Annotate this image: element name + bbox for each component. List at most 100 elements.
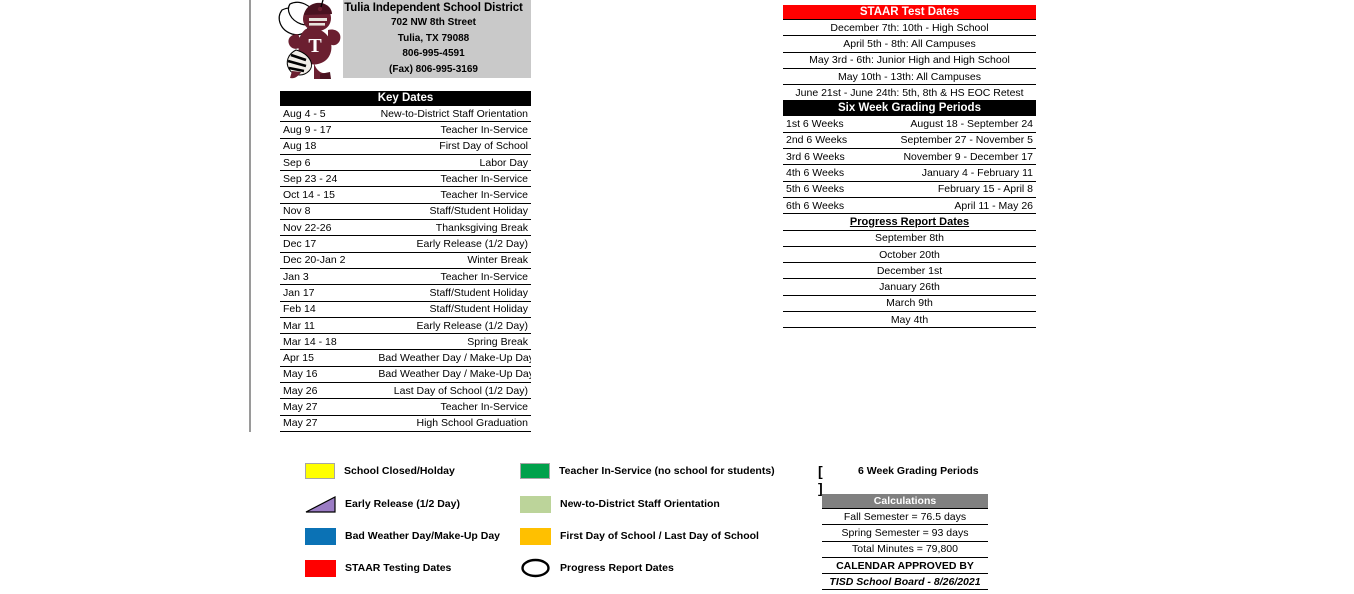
key-date-event: New-to-District Staff Orientation bbox=[375, 105, 531, 123]
key-date-date: May 27 bbox=[280, 415, 376, 432]
table-row: 1st 6 Weeks August 18 - September 24 bbox=[783, 115, 1036, 133]
calculations-table: Calculations Fall Semester = 76.5 days S… bbox=[822, 494, 988, 591]
lightgreen-square-icon bbox=[520, 495, 551, 513]
legend-item-bad-weather: Bad Weather Day/Make-Up Day bbox=[305, 526, 500, 546]
blue-square-icon bbox=[305, 527, 336, 545]
table-row: CALENDAR APPROVED BY bbox=[822, 557, 988, 575]
legend-label: STAAR Testing Dates bbox=[345, 562, 452, 574]
six-weeks-range: September 27 - November 5 bbox=[858, 132, 1036, 150]
calendar-approved-label: CALENDAR APPROVED BY bbox=[822, 557, 988, 575]
masthead: T Tulia Independent School District 702 … bbox=[276, 0, 531, 79]
district-info: Tulia Independent School District 702 NW… bbox=[336, 1, 531, 77]
district-phone: 806-995-4591 bbox=[402, 48, 465, 59]
table-row: Dec 17 Early Release (1/2 Day) bbox=[280, 235, 531, 253]
key-date-event: Bad Weather Day / Make-Up Day bbox=[375, 349, 531, 367]
legend-item-early-release: Early Release (1/2 Day) bbox=[305, 494, 460, 514]
six-weeks-period: 6th 6 Weeks bbox=[783, 197, 859, 215]
table-row: May 3rd - 6th: Junior High and High Scho… bbox=[783, 52, 1036, 69]
table-row: Dec 20-Jan 2 Winter Break bbox=[280, 252, 531, 269]
table-row: April 5th - 8th: All Campuses bbox=[783, 35, 1036, 53]
table-row: 4th 6 Weeks January 4 - February 11 bbox=[783, 164, 1036, 182]
legend-item-progress-reports: Progress Report Dates bbox=[520, 558, 674, 578]
staar-date: June 21st - June 24th: 5th, 8th & HS EOC… bbox=[783, 84, 1036, 102]
table-row: 6th 6 Weeks April 11 - May 26 bbox=[783, 197, 1036, 215]
key-date-date: Apr 15 bbox=[280, 349, 376, 367]
district-city-state-zip: Tulia, TX 79088 bbox=[397, 32, 470, 44]
key-date-event: Thanksgiving Break bbox=[375, 219, 531, 237]
key-dates-header-row: Key Dates bbox=[280, 91, 531, 106]
table-row: May 27 Teacher In-Service bbox=[280, 398, 531, 416]
key-date-event: Teacher In-Service bbox=[375, 268, 531, 286]
key-date-date: Nov 22-26 bbox=[280, 219, 376, 237]
staar-date: May 3rd - 6th: Junior High and High Scho… bbox=[783, 52, 1036, 69]
table-row: Nov 8 Staff/Student Holiday bbox=[280, 203, 531, 221]
table-row: Aug 9 - 17 Teacher In-Service bbox=[280, 121, 531, 139]
calculation-row: Fall Semester = 76.5 days bbox=[822, 508, 988, 526]
staar-title: STAAR Test Dates bbox=[783, 5, 1036, 20]
table-row: Oct 14 - 15 Teacher In-Service bbox=[280, 186, 531, 204]
legend-item-staar-testing: STAAR Testing Dates bbox=[305, 558, 451, 578]
key-date-date: Jan 17 bbox=[280, 284, 376, 302]
district-fax: (Fax) 806-995-3169 bbox=[389, 63, 478, 75]
key-date-event: Staff/Student Holiday bbox=[375, 284, 531, 302]
key-date-event: Bad Weather Day / Make-Up Day bbox=[375, 366, 531, 384]
progress-report-date: September 8th bbox=[783, 230, 1036, 247]
six-weeks-range: January 4 - February 11 bbox=[858, 164, 1036, 182]
table-row: Total Minutes = 79,800 bbox=[822, 541, 988, 558]
table-row: Jan 3 Teacher In-Service bbox=[280, 268, 531, 286]
district-name: Tulia Independent School District bbox=[344, 2, 523, 14]
orange-square-icon bbox=[520, 527, 551, 545]
table-row: Sep 23 - 24 Teacher In-Service bbox=[280, 170, 531, 188]
legend-label: School Closed/Holday bbox=[344, 465, 455, 477]
six-weeks-range: November 9 - December 17 bbox=[858, 148, 1036, 166]
key-date-date: Feb 14 bbox=[280, 301, 376, 318]
six-weeks-period: 4th 6 Weeks bbox=[783, 164, 859, 182]
legend-item-first-last-day: First Day of School / Last Day of School bbox=[520, 526, 759, 546]
legend-item-new-staff-orientation: New-to-District Staff Orientation bbox=[520, 494, 720, 514]
progress-report-date: December 1st bbox=[783, 262, 1036, 280]
table-row: 2nd 6 Weeks September 27 - November 5 bbox=[783, 132, 1036, 150]
table-row: Spring Semester = 93 days bbox=[822, 524, 988, 542]
key-dates-title: Key Dates bbox=[280, 91, 531, 106]
key-date-event: Teacher In-Service bbox=[375, 121, 531, 139]
table-row: June 21st - June 24th: 5th, 8th & HS EOC… bbox=[783, 84, 1036, 102]
table-row: TISD School Board - 8/26/2021 bbox=[822, 573, 988, 591]
table-row: May 26 Last Day of School (1/2 Day) bbox=[280, 382, 531, 400]
brackets-icon: [ ] bbox=[818, 462, 832, 496]
legend-label: Progress Report Dates bbox=[560, 562, 674, 574]
progress-report-date: October 20th bbox=[783, 246, 1036, 264]
table-row: Sep 6 Labor Day bbox=[280, 154, 531, 172]
key-date-date: Mar 14 - 18 bbox=[280, 333, 376, 351]
key-dates-table: Key Dates Aug 4 - 5 New-to-District Staf… bbox=[280, 91, 531, 432]
svg-text:T: T bbox=[308, 35, 322, 57]
legend-label: Teacher In-Service (no school for studen… bbox=[559, 465, 775, 477]
key-date-event: Early Release (1/2 Day) bbox=[375, 235, 531, 253]
table-row: Nov 22-26 Thanksgiving Break bbox=[280, 219, 531, 237]
table-row: Aug 18 First Day of School bbox=[280, 138, 531, 155]
six-weeks-period: 3rd 6 Weeks bbox=[783, 148, 859, 166]
key-date-event: Labor Day bbox=[375, 154, 531, 172]
table-row: May 10th - 13th: All Campuses bbox=[783, 68, 1036, 86]
key-date-date: Aug 9 - 17 bbox=[280, 121, 376, 139]
legend-label: New-to-District Staff Orientation bbox=[560, 498, 720, 510]
table-row: Aug 4 - 5 New-to-District Staff Orientat… bbox=[280, 105, 531, 123]
legend-label: 6 Week Grading Periods bbox=[858, 465, 979, 477]
progress-reports-title-text: Progress Report Dates bbox=[849, 215, 970, 228]
key-date-event: Staff/Student Holiday bbox=[375, 301, 531, 318]
page-divider bbox=[249, 0, 251, 432]
calendar-approved-by: TISD School Board - 8/26/2021 bbox=[822, 573, 988, 591]
table-row: Feb 14 Staff/Student Holiday bbox=[280, 301, 531, 318]
six-weeks-period: 5th 6 Weeks bbox=[783, 181, 859, 198]
key-date-date: Dec 17 bbox=[280, 235, 376, 253]
six-weeks-range: April 11 - May 26 bbox=[858, 197, 1036, 215]
legend-label: First Day of School / Last Day of School bbox=[560, 530, 759, 542]
key-date-date: Mar 11 bbox=[280, 317, 376, 335]
key-date-event: Staff/Student Holiday bbox=[375, 203, 531, 221]
key-date-event: Early Release (1/2 Day) bbox=[375, 317, 531, 335]
six-weeks-period: 1st 6 Weeks bbox=[783, 115, 859, 133]
legend-label: Early Release (1/2 Day) bbox=[345, 498, 460, 510]
key-date-date: May 26 bbox=[280, 382, 376, 400]
key-date-date: Nov 8 bbox=[280, 203, 376, 221]
six-weeks-range: August 18 - September 24 bbox=[858, 115, 1036, 133]
progress-report-date: March 9th bbox=[783, 295, 1036, 313]
